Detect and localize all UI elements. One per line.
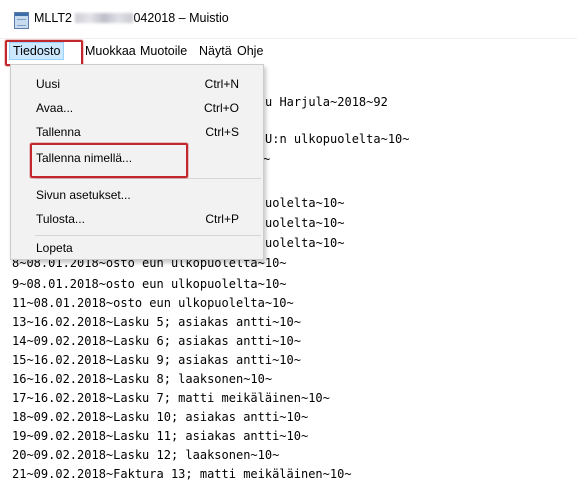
text-line-fragment: uolelta~10~ — [265, 196, 345, 210]
text-line: 9~08.01.2018~osto eun ulkopuolelta~10~ — [12, 277, 287, 291]
menu-separator — [35, 235, 261, 236]
menu-item-uusi[interactable]: Uusi Ctrl+N — [11, 73, 263, 95]
menu-item-shortcut: Ctrl+O — [203, 101, 239, 115]
text-line: 14~09.02.2018~Lasku 6; asiakas antti~10~ — [12, 334, 301, 348]
menu-muotoile[interactable]: Muotoile — [137, 43, 190, 59]
title-bar: MLLT2 042018 – Muistio — [0, 0, 577, 39]
window-title: MLLT2 042018 – Muistio — [34, 11, 229, 25]
text-line-fragment: ~ — [263, 152, 271, 166]
text-line: 16~16.02.2018~Lasku 8; laaksonen~10~ — [12, 372, 273, 386]
text-line: 18~09.02.2018~Lasku 10; asiakas antti~10… — [12, 410, 309, 424]
menu-item-label: Tallenna — [36, 125, 81, 139]
notepad-icon — [14, 12, 29, 29]
text-line-fragment: U:n ulkopuolelta~10~ — [265, 132, 410, 146]
menu-item-label: Uusi — [36, 77, 61, 91]
menu-item-shortcut: Ctrl+P — [205, 212, 239, 226]
text-line: 19~09.02.2018~Lasku 11; asiakas antti~10… — [12, 429, 309, 443]
text-line: 21~09.02.2018~Faktura 13; matti meikäläi… — [12, 467, 352, 481]
text-line: 15~16.02.2018~Lasku 9; asiakas antti~10~ — [12, 353, 301, 367]
menu-nayta[interactable]: Näytä — [196, 43, 235, 59]
text-line-fragment: uolelta~10~ — [265, 216, 345, 230]
redacted-title-segment — [75, 13, 134, 23]
tallenna-nimella-highlight-annotation — [30, 143, 188, 178]
menu-item-tulosta[interactable]: Tulosta... Ctrl+P — [11, 208, 263, 230]
text-line: 20~09.02.2018~Lasku 12; laaksonen~10~ — [12, 448, 280, 462]
menu-ohje[interactable]: Ohje — [234, 43, 266, 59]
text-line-fragment: u Harjula~2018~92 — [265, 95, 388, 109]
menu-separator — [35, 178, 261, 179]
menu-item-sivun-asetukset[interactable]: Sivun asetukset... — [11, 184, 263, 206]
window-title-suffix: 042018 – Muistio — [133, 11, 229, 25]
menu-item-label: Sivun asetukset... — [36, 188, 131, 202]
menu-item-label: Avaa... — [36, 101, 74, 115]
menu-item-shortcut: Ctrl+N — [204, 77, 239, 91]
menu-bar: Tiedosto Muokkaa Muotoile Näytä Ohje — [0, 40, 577, 62]
menu-item-label: Tulosta... — [36, 212, 85, 226]
text-line-fragment: uolelta~10~ — [265, 236, 345, 250]
menu-item-lopeta[interactable]: Lopeta — [11, 237, 263, 259]
menu-muokkaa[interactable]: Muokkaa — [82, 43, 139, 59]
menu-item-label: Lopeta — [36, 241, 73, 255]
text-line: 17~16.02.2018~Lasku 7; matti meikäläinen… — [12, 391, 330, 405]
menu-item-avaa[interactable]: Avaa... Ctrl+O — [11, 97, 263, 119]
window-title-prefix: MLLT2 — [34, 11, 72, 25]
text-line: 11~08.01.2018~osto eun ulkopuolelta~10~ — [12, 296, 294, 310]
menu-item-tallenna[interactable]: Tallenna Ctrl+S — [11, 121, 263, 143]
text-line: 13~16.02.2018~Lasku 5; asiakas antti~10~ — [12, 315, 301, 329]
menu-item-shortcut: Ctrl+S — [205, 125, 239, 139]
